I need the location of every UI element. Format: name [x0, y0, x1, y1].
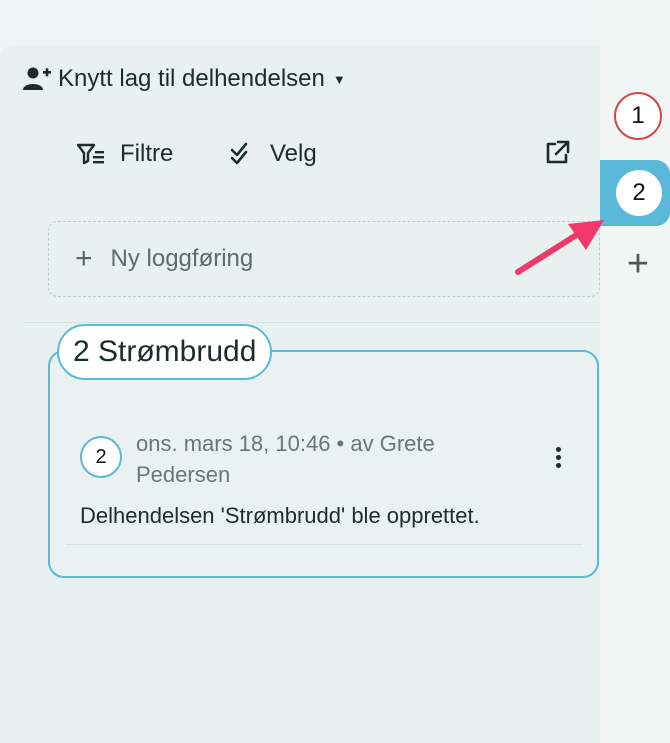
filter-button[interactable]: Filtre: [76, 138, 173, 170]
entry-number-badge: 2: [80, 436, 122, 478]
link-team-dropdown[interactable]: Knytt lag til delhendelsen ▼: [22, 64, 346, 94]
more-options-button[interactable]: [545, 442, 571, 472]
add-subincident-button[interactable]: +: [622, 245, 654, 283]
subincident-tab-1[interactable]: 1: [614, 92, 662, 140]
new-log-label: Ny loggføring: [110, 245, 254, 272]
add-user-icon: [23, 67, 51, 90]
subincident-tab-2-badge[interactable]: 2: [616, 170, 662, 216]
select-button[interactable]: Velg: [230, 138, 317, 170]
more-vertical-icon: [555, 446, 561, 452]
external-link-icon: [546, 140, 570, 164]
annotation-arrow-icon: [515, 220, 604, 275]
checkmark-icon: [230, 142, 248, 165]
link-team-label: Knytt lag til delhendelsen: [58, 65, 325, 92]
select-label: Velg: [270, 140, 317, 167]
filter-icon: [76, 143, 104, 165]
open-external-button[interactable]: [543, 139, 571, 167]
divider: [24, 322, 600, 323]
entry-text: Delhendelsen 'Strømbrudd' ble opprettet.: [80, 503, 480, 528]
caret-down-icon: ▼: [332, 71, 346, 87]
subincident-title: 2 Strømbrudd: [57, 324, 273, 380]
filter-label: Filtre: [120, 140, 174, 167]
entry-divider: [66, 544, 582, 545]
entry-meta: ons. mars 18, 10:46 • av Grete Pedersen: [136, 431, 435, 487]
plus-icon: +: [75, 242, 93, 275]
